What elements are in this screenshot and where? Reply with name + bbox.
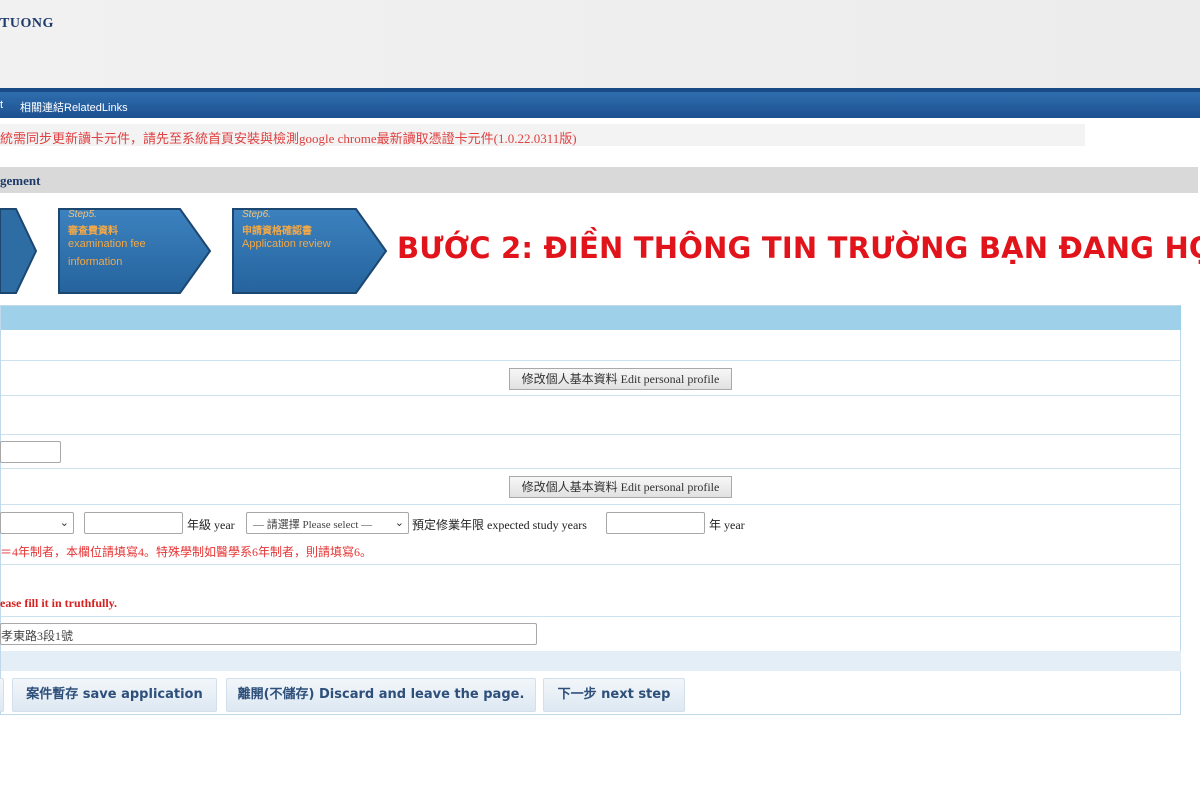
nav-item-related-links[interactable]: 相關連結RelatedLinks <box>20 99 128 115</box>
expected-study-years-label: 預定修業年限 expected study years <box>412 518 587 532</box>
form-header-bar <box>1 306 1181 330</box>
grade-input[interactable] <box>84 512 183 534</box>
chevron-down-icon: ⌄ <box>59 516 69 529</box>
study-system-select[interactable]: — 請選擇 Please select — ⌄ <box>246 512 409 534</box>
step-title-zh: 審查費資料 <box>68 226 118 237</box>
row-divider <box>1 504 1181 505</box>
chevron-down-icon: ⌄ <box>394 516 404 529</box>
row-divider <box>1 434 1181 435</box>
step-indicator-previous[interactable] <box>0 207 40 295</box>
row-divider <box>1 616 1181 617</box>
previous-step-button-partial[interactable] <box>0 678 4 712</box>
edit-profile-button-2[interactable]: 修改個人基本資料 Edit personal profile <box>509 476 732 498</box>
row-divider <box>1 395 1181 396</box>
step-arrow-shape <box>58 208 212 294</box>
truthfully-note: ease fill it in truthfully. <box>0 596 117 610</box>
row-divider <box>1 468 1181 469</box>
step-arrow-shape <box>0 208 38 294</box>
save-application-button[interactable]: 案件暫存 save application <box>12 678 217 712</box>
step-number: Step5. <box>68 209 97 220</box>
school-select[interactable]: ⌄ <box>0 512 74 534</box>
step-title-en-2: information <box>68 256 123 268</box>
study-years-note: ＝4年制者，本欄位請填寫4。特殊學制如醫學系6年制者，則請填寫6。 <box>0 545 373 559</box>
site-logo-text: TUONG <box>0 16 54 31</box>
grade-unit-label: 年級 year <box>187 518 235 532</box>
site-header: TUONG <box>0 0 1200 88</box>
address-input[interactable]: 孝東路3段1號 <box>0 623 537 645</box>
step-arrow-shape <box>232 208 388 294</box>
nav-item-partial[interactable]: t <box>0 99 3 111</box>
application-form <box>0 305 1181 715</box>
study-system-select-value: — 請選擇 Please select — <box>253 519 373 531</box>
top-navigation-bar: t 相關連結RelatedLinks <box>0 88 1200 118</box>
step-title-en-1: examination fee <box>68 238 146 250</box>
form-footer-row <box>1 651 1181 671</box>
edit-profile-button[interactable]: 修改個人基本資料 Edit personal profile <box>509 368 732 390</box>
row-divider <box>1 564 1181 565</box>
step-indicator-6[interactable]: Step6. 申請資格確認書 Application review <box>230 207 390 295</box>
discard-leave-button[interactable]: 離開(不儲存) Discard and leave the page. <box>226 678 536 712</box>
partial-text-input[interactable] <box>0 441 61 463</box>
step-title-zh: 申請資格確認書 <box>242 226 312 237</box>
section-header-bar: gement <box>0 167 1198 193</box>
row-divider <box>1 360 1181 361</box>
step-title-en-1: Application review <box>242 238 331 250</box>
application-page: TUONG t 相關連結RelatedLinks 統需同步更新讀卡元件，請先至系… <box>0 0 1200 800</box>
step-indicator-5[interactable]: Step5. 審查費資料 examination fee information <box>56 207 214 295</box>
year-unit-label: 年 year <box>709 518 745 532</box>
study-years-input[interactable] <box>606 512 705 534</box>
card-reader-update-notice: 統需同步更新讀卡元件，請先至系統首頁安裝與檢測google chrome最新讀取… <box>0 124 1085 146</box>
instruction-banner: BƯỚC 2: ĐIỀN THÔNG TIN TRƯỜNG BẠN ĐANG H… <box>397 231 1200 265</box>
section-title: gement <box>0 173 41 188</box>
step-number: Step6. <box>242 209 271 220</box>
next-step-button[interactable]: 下一步 next step <box>543 678 685 712</box>
